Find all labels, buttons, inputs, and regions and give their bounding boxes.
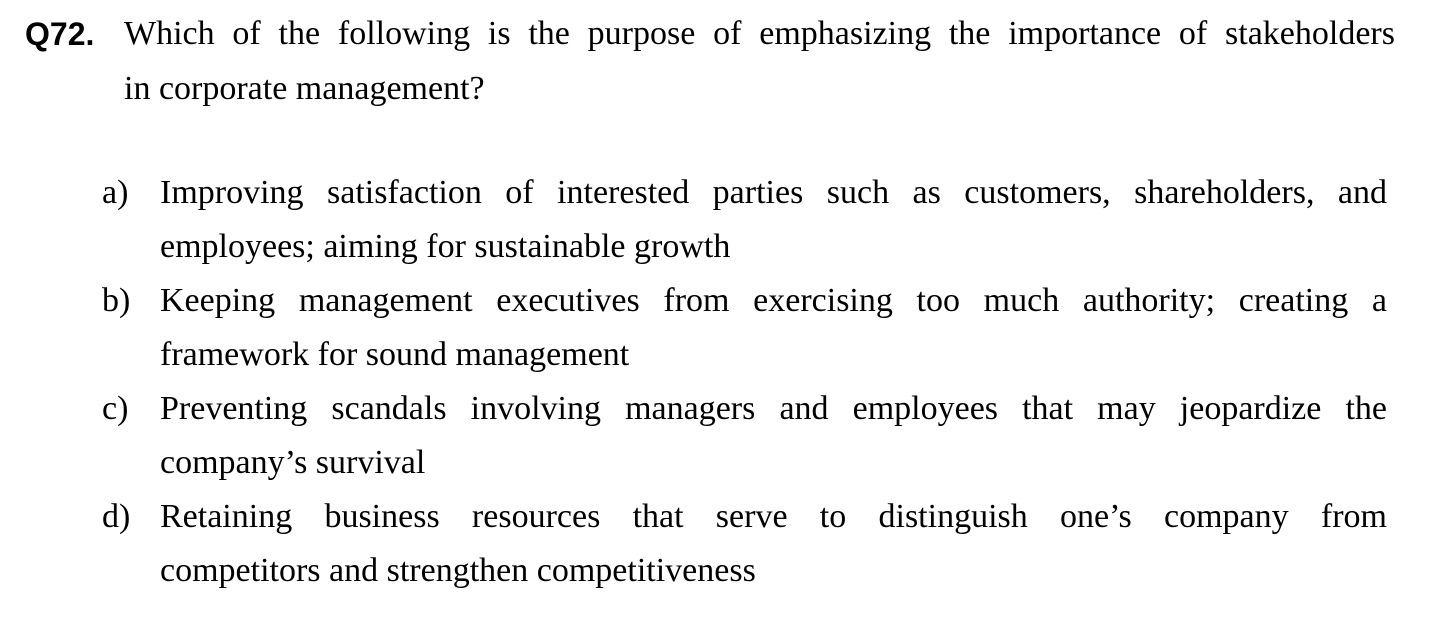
option-b[interactable]: b) Keeping management executives from ex… — [100, 274, 1387, 382]
option-text-line: company’s survival — [160, 444, 426, 481]
option-letter: a) — [102, 174, 129, 211]
option-text-line: Improving satisfaction of interested par… — [160, 174, 1387, 211]
option-c[interactable]: c) Preventing scandals involving manager… — [100, 382, 1387, 490]
option-letter: b) — [102, 282, 131, 319]
option-text-line: Keeping management executives from exerc… — [160, 282, 1387, 319]
option-letter: c) — [102, 390, 129, 427]
option-text: Preventing scandals involving managers a… — [160, 382, 1387, 490]
question-text: Which of the following is the purpose of… — [124, 6, 1395, 116]
option-text: Retaining business resources that serve … — [160, 490, 1387, 598]
question-text-line: Which of the following is the purpose of… — [124, 15, 1395, 52]
option-text: Improving satisfaction of interested par… — [160, 166, 1387, 274]
option-text-line: framework for sound management — [160, 336, 630, 373]
answer-options: a) Improving satisfaction of interested … — [100, 166, 1387, 598]
option-text-line: employees; aiming for sustainable growth — [160, 228, 731, 265]
option-text-line: competitors and strengthen competitivene… — [160, 552, 756, 589]
question-number: Q72. — [25, 16, 95, 52]
question-text-line: in corporate management? — [124, 70, 485, 107]
option-text-line: Retaining business resources that serve … — [160, 498, 1387, 535]
question-block: Q72. Which of the following is the purpo… — [25, 6, 1395, 116]
option-d[interactable]: d) Retaining business resources that ser… — [100, 490, 1387, 598]
option-text-line: Preventing scandals involving managers a… — [160, 390, 1387, 427]
option-letter: d) — [102, 498, 131, 535]
option-a[interactable]: a) Improving satisfaction of interested … — [100, 166, 1387, 274]
option-text: Keeping management executives from exerc… — [160, 274, 1387, 382]
